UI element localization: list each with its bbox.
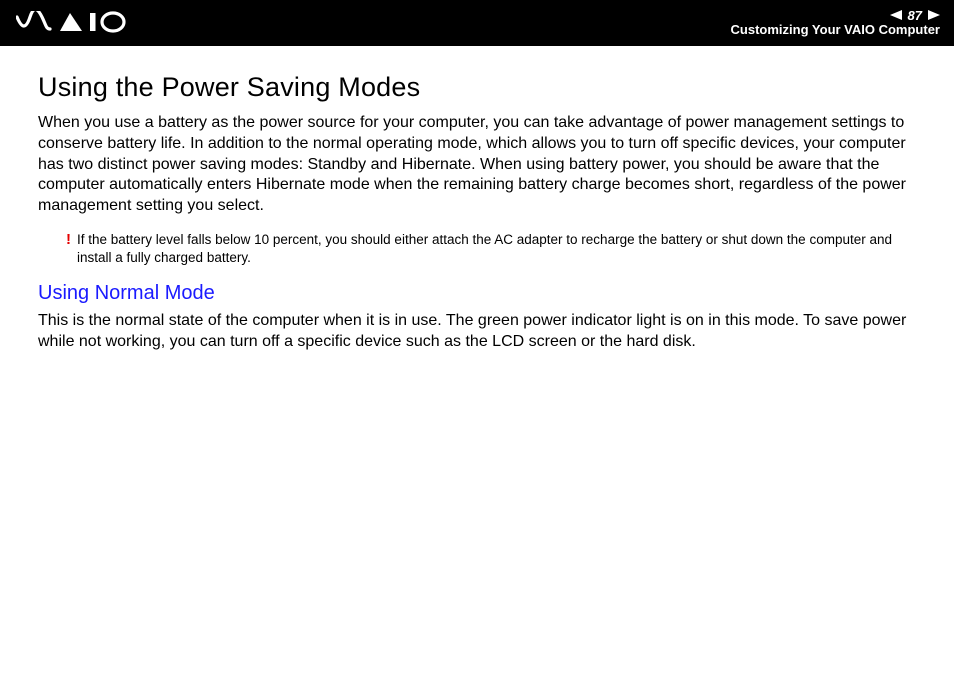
vaio-logo xyxy=(16,11,126,35)
section-title: Customizing Your VAIO Computer xyxy=(731,23,940,37)
page-content: Using the Power Saving Modes When you us… xyxy=(0,46,954,353)
warning-icon: ! xyxy=(66,232,71,247)
page-number: 87 xyxy=(908,9,922,23)
prev-page-arrow-icon[interactable] xyxy=(890,9,902,23)
intro-paragraph: When you use a battery as the power sour… xyxy=(38,113,916,217)
header-nav: 87 Customizing Your VAIO Computer xyxy=(731,9,940,38)
warning-block: ! If the battery level falls below 10 pe… xyxy=(38,231,916,266)
page-title: Using the Power Saving Modes xyxy=(38,72,916,103)
next-page-arrow-icon[interactable] xyxy=(928,9,940,23)
warning-text: If the battery level falls below 10 perc… xyxy=(77,231,916,266)
header-bar: 87 Customizing Your VAIO Computer xyxy=(0,0,954,46)
subheading-normal-mode: Using Normal Mode xyxy=(38,282,916,305)
normal-mode-paragraph: This is the normal state of the computer… xyxy=(38,311,916,353)
